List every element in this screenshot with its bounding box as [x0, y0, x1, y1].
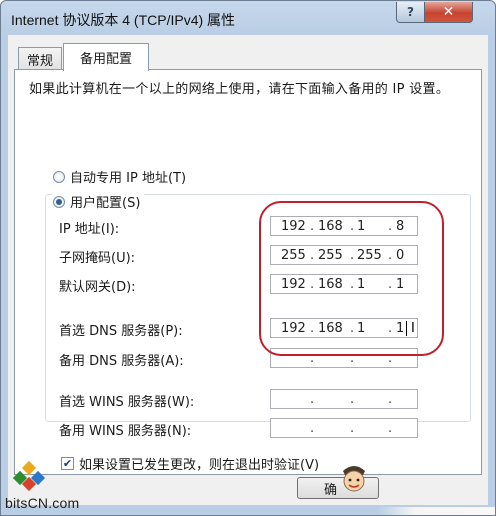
red-highlight-annotation	[259, 201, 444, 356]
alternate-wins-label: 备用 WINS 服务器(N):	[59, 424, 192, 439]
ip-address-label: IP 地址(I):	[59, 222, 120, 237]
tab-general[interactable]: 常规	[18, 47, 62, 70]
dialog-client: 常规 备用配置 如果此计算机在一个以上的网络上使用，请在下面输入备用的 IP 设…	[8, 35, 495, 515]
octet-separator: .	[350, 421, 355, 436]
radio-auto-private-ip[interactable]	[53, 170, 65, 183]
octet-separator: .	[310, 392, 315, 407]
cartoon-mascot-icon	[343, 466, 365, 492]
bitscn-logo-icon	[13, 460, 46, 492]
tab-alternate-config[interactable]: 备用配置	[63, 43, 149, 71]
preferred-wins-label: 首选 WINS 服务器(W):	[59, 395, 195, 410]
default-gateway-label: 默认网关(D):	[59, 280, 136, 295]
octet-separator: .	[310, 421, 315, 436]
checkmark-icon[interactable]: ✔	[61, 457, 74, 470]
radio-user-config[interactable]	[53, 195, 65, 208]
subnet-mask-label: 子网掩码(U):	[59, 251, 136, 266]
watermark-text: bitsCN.com	[5, 495, 80, 511]
preferred-dns-label: 首选 DNS 服务器(P):	[59, 324, 183, 339]
octet-separator: .	[350, 392, 355, 407]
auto-private-ip-option[interactable]: 自动专用 IP 地址(T)	[53, 167, 186, 186]
close-button[interactable]: ✕	[424, 2, 473, 23]
window-title: Internet 协议版本 4 (TCP/IPv4) 属性	[11, 12, 236, 28]
user-config-option[interactable]: 用户配置(S)	[53, 192, 145, 211]
title-bar[interactable]: Internet 协议版本 4 (TCP/IPv4) 属性 ? ✕	[1, 1, 495, 35]
octet-separator: .	[388, 392, 393, 407]
dialog-window: Internet 协议版本 4 (TCP/IPv4) 属性 ? ✕ 常规 备用配…	[0, 0, 496, 516]
validate-on-exit-option[interactable]: ✔ 如果设置已发生更改，则在退出时验证(V)	[61, 454, 319, 473]
preferred-wins-input[interactable]: . . .	[270, 389, 418, 409]
help-button[interactable]: ?	[396, 2, 425, 23]
alternate-wins-input[interactable]: . . .	[270, 418, 418, 438]
user-config-label: 用户配置(S)	[70, 196, 141, 211]
description-text: 如果此计算机在一个以上的网络上使用，请在下面输入备用的 IP 设置。	[29, 82, 450, 97]
watermark-fade	[378, 507, 495, 515]
tab-panel-alternate: 如果此计算机在一个以上的网络上使用，请在下面输入备用的 IP 设置。 自动专用 …	[14, 69, 482, 475]
alternate-dns-label: 备用 DNS 服务器(A):	[59, 354, 184, 369]
octet-separator: .	[388, 421, 393, 436]
validate-on-exit-label: 如果设置已发生更改，则在退出时验证(V)	[79, 458, 320, 473]
auto-private-ip-label: 自动专用 IP 地址(T)	[70, 171, 187, 186]
